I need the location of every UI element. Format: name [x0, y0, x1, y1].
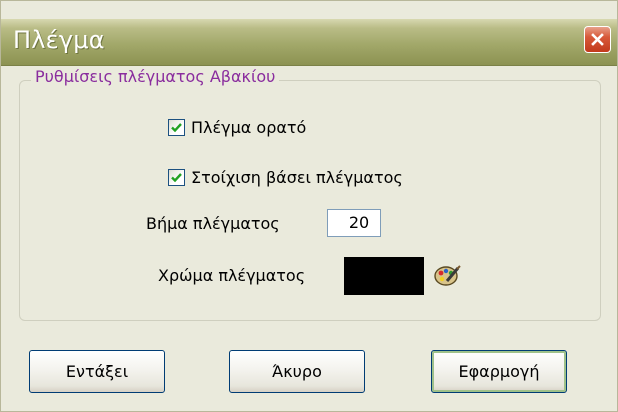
- grid-visible-row[interactable]: Πλέγμα ορατό: [168, 118, 306, 137]
- snap-to-grid-checkbox[interactable]: [168, 169, 185, 186]
- cancel-button[interactable]: Άκυρο: [229, 350, 365, 393]
- palette-icon: [434, 265, 461, 286]
- grid-settings-group: [19, 80, 601, 321]
- grid-visible-checkbox[interactable]: [168, 119, 185, 136]
- grid-visible-label: Πλέγμα ορατό: [191, 118, 307, 137]
- snap-to-grid-row[interactable]: Στοίχιση βάσει πλέγματος: [168, 168, 403, 187]
- group-label: Ρυθμίσεις πλέγματος Αβακίου: [31, 67, 280, 86]
- close-icon: [591, 33, 604, 46]
- title-bar[interactable]: Πλέγμα: [1, 19, 617, 66]
- checkmark-icon: [171, 123, 182, 133]
- grid-step-input[interactable]: 20: [327, 209, 381, 237]
- snap-to-grid-label: Στοίχιση βάσει πλέγματος: [191, 168, 403, 187]
- grid-dialog: Πλέγμα Ρυθμίσεις πλέγματος Αβακίου Πλέγμ…: [0, 0, 618, 412]
- checkmark-icon: [171, 173, 182, 183]
- grid-step-label: Βήμα πλέγματος: [146, 214, 280, 233]
- color-picker-button[interactable]: [432, 263, 462, 289]
- apply-button[interactable]: Εφαρμογή: [431, 350, 567, 393]
- title-top-margin: [1, 1, 617, 19]
- close-button[interactable]: [584, 26, 611, 53]
- ok-button[interactable]: Εντάξει: [29, 350, 165, 393]
- grid-color-swatch[interactable]: [344, 257, 424, 295]
- window-title: Πλέγμα: [13, 26, 105, 54]
- grid-color-label: Χρώμα πλέγματος: [158, 266, 306, 285]
